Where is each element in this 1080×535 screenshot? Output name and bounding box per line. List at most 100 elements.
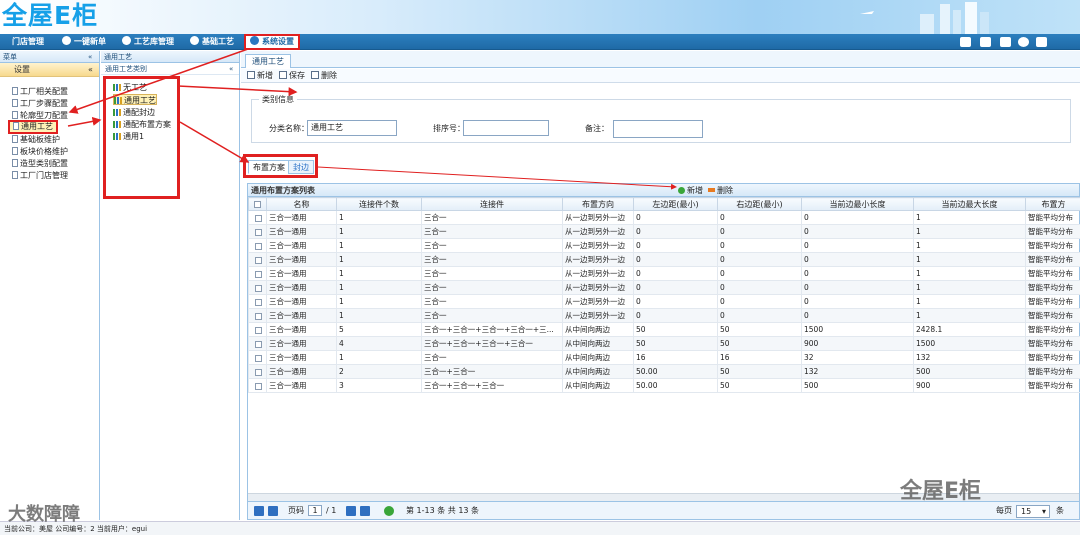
table-cell: 三合一通用 <box>266 210 337 225</box>
select-all-checkbox[interactable] <box>248 197 267 211</box>
column-header[interactable]: 右边距(最小) <box>717 197 802 211</box>
column-header[interactable]: 当前边最小长度 <box>801 197 914 211</box>
prev-page-icon[interactable] <box>268 506 278 516</box>
user-icon[interactable] <box>1000 37 1011 47</box>
table-cell: 0 <box>633 266 718 281</box>
nav-one-click-order[interactable]: 一键新单 <box>62 35 106 49</box>
table-cell: 三合一通用 <box>266 266 337 281</box>
per-page-label: 每页 <box>996 506 1012 515</box>
tab-general-process[interactable]: 通用工艺 <box>245 54 291 68</box>
last-page-icon[interactable] <box>360 506 370 516</box>
table-cell: 三合一通用 <box>266 280 337 295</box>
logout-icon[interactable] <box>1036 37 1047 47</box>
category-item-general[interactable]: 通用工艺 <box>113 94 157 105</box>
table-row[interactable]: 三合一通用 1 三合一 从一边到另外一边 0 0 0 1 智能平均分布 <box>248 308 1080 323</box>
table-row[interactable]: 三合一通用 1 三合一 从一边到另外一边 0 0 0 1 智能平均分布 <box>248 210 1080 225</box>
table-row[interactable]: 三合一通用 4 三合一+三合一+三合一+三合一 从中间向两边 50 50 900 1500 智能… <box>248 336 1080 351</box>
document-icon <box>12 159 18 167</box>
table-cell: 4 <box>336 336 422 351</box>
table-cell: 1 <box>336 224 422 239</box>
message-icon[interactable] <box>980 37 991 47</box>
page-input[interactable]: 1 <box>308 505 322 516</box>
row-checkbox[interactable] <box>248 308 267 323</box>
table-row[interactable]: 三合一通用 1 三合一 从中间向两边 16 16 32 132 智能平均分布 <box>248 350 1080 365</box>
category-item-none[interactable]: 无工艺 <box>113 82 147 93</box>
menu-item-base-board[interactable]: 基础板维护 <box>12 134 60 145</box>
table-cell: 智能平均分布 <box>1025 266 1080 281</box>
refresh-icon[interactable] <box>384 506 394 516</box>
watermark-left: 大数障障 <box>8 504 80 525</box>
column-header[interactable]: 名称 <box>266 197 337 211</box>
table-row[interactable]: 三合一通用 1 三合一 从一边到另外一边 0 0 0 1 智能平均分布 <box>248 266 1080 281</box>
table-cell: 三合一+三合一 <box>421 364 563 379</box>
column-header[interactable]: 左边距(最小) <box>633 197 718 211</box>
nav-store-management[interactable]: 门店管理 <box>12 35 44 49</box>
menu-item-general-process[interactable]: 通用工艺 <box>8 120 58 134</box>
menu-item-factory-store[interactable]: 工厂门店管理 <box>12 170 68 181</box>
row-checkbox[interactable] <box>248 280 267 295</box>
table-cell: 1 <box>336 210 422 225</box>
nav-basic-process[interactable]: 基础工艺 <box>190 35 234 49</box>
tab-edge-banding[interactable]: 封边 <box>288 160 314 174</box>
name-input[interactable]: 通用工艺 <box>307 120 397 136</box>
minus-icon <box>708 188 715 192</box>
table-cell: 从一边到另外一边 <box>562 224 634 239</box>
order-input[interactable] <box>463 120 549 136</box>
grid-delete-button[interactable]: 删除 <box>708 184 733 197</box>
table-cell: 0 <box>633 294 718 309</box>
column-header[interactable]: 布置方向 <box>562 197 634 211</box>
note-input[interactable] <box>613 120 703 138</box>
category-item-edge[interactable]: 通配封边 <box>113 107 155 118</box>
row-checkbox[interactable] <box>248 294 267 309</box>
table-row[interactable]: 三合一通用 1 三合一 从一边到另外一边 0 0 0 1 智能平均分布 <box>248 294 1080 309</box>
gear-icon[interactable] <box>1018 37 1029 47</box>
home-icon[interactable] <box>960 37 971 47</box>
row-checkbox[interactable] <box>248 224 267 239</box>
collapse-icon[interactable]: « <box>229 63 233 75</box>
row-checkbox[interactable] <box>248 322 267 337</box>
row-checkbox[interactable] <box>248 378 267 393</box>
nav-system-settings[interactable]: 系统设置 <box>244 34 300 50</box>
table-row[interactable]: 三合一通用 2 三合一+三合一 从中间向两边 50.00 50 132 500 智能平均分布 <box>248 364 1080 379</box>
per-page-select[interactable]: 15 ▾ <box>1016 505 1050 518</box>
first-page-icon[interactable] <box>254 506 264 516</box>
add-button[interactable]: 新增 <box>247 70 273 82</box>
table-row[interactable]: 三合一通用 3 三合一+三合一+三合一 从中间向两边 50.00 50 500 900 智能平均… <box>248 378 1080 393</box>
column-header[interactable]: 连接件个数 <box>336 197 422 211</box>
table-cell: 从中间向两边 <box>562 322 634 337</box>
column-header[interactable]: 连接件 <box>421 197 563 211</box>
menu-item-shape-category[interactable]: 造型类别配置 <box>12 158 68 169</box>
row-checkbox[interactable] <box>248 266 267 281</box>
row-checkbox[interactable] <box>248 350 267 365</box>
grid-add-button[interactable]: 新增 <box>678 184 703 197</box>
menu-item-factory-config[interactable]: 工厂相关配置 <box>12 86 68 97</box>
row-checkbox[interactable] <box>248 364 267 379</box>
fieldset-legend: 类别信息 <box>259 94 297 105</box>
menu-item-board-price[interactable]: 板块价格维护 <box>12 146 68 157</box>
table-row[interactable]: 三合一通用 1 三合一 从一边到另外一边 0 0 0 1 智能平均分布 <box>248 224 1080 239</box>
table-row[interactable]: 三合一通用 1 三合一 从一边到另外一边 0 0 0 1 智能平均分布 <box>248 280 1080 295</box>
settings-section[interactable]: 设置 « <box>0 63 99 77</box>
save-button[interactable]: 保存 <box>279 70 305 82</box>
row-checkbox[interactable] <box>248 210 267 225</box>
table-cell: 0 <box>717 308 802 323</box>
column-header[interactable]: 布置方 <box>1025 197 1080 211</box>
row-checkbox[interactable] <box>248 238 267 253</box>
table-cell: 132 <box>913 350 1026 365</box>
collapse-icon[interactable]: « <box>88 63 93 77</box>
row-checkbox[interactable] <box>248 336 267 351</box>
column-header[interactable]: 当前边最大长度 <box>913 197 1026 211</box>
nav-process-library[interactable]: 工艺库管理 <box>122 35 174 49</box>
table-cell: 50 <box>717 364 802 379</box>
delete-button[interactable]: 删除 <box>311 70 337 82</box>
collapse-icon[interactable]: « <box>88 51 92 63</box>
category-item-layout[interactable]: 通配布置方案 <box>113 119 171 130</box>
menu-item-factory-steps[interactable]: 工厂步骤配置 <box>12 98 68 109</box>
next-page-icon[interactable] <box>346 506 356 516</box>
row-checkbox[interactable] <box>248 252 267 267</box>
table-row[interactable]: 三合一通用 1 三合一 从一边到另外一边 0 0 0 1 智能平均分布 <box>248 238 1080 253</box>
table-row[interactable]: 三合一通用 1 三合一 从一边到另外一边 0 0 0 1 智能平均分布 <box>248 252 1080 267</box>
category-item-general1[interactable]: 通用1 <box>113 131 144 142</box>
table-row[interactable]: 三合一通用 5 三合一+三合一+三合一+三合一+三... 从中间向两边 50 50 1500… <box>248 322 1080 337</box>
tab-layout-scheme[interactable]: 布置方案 <box>248 160 290 174</box>
